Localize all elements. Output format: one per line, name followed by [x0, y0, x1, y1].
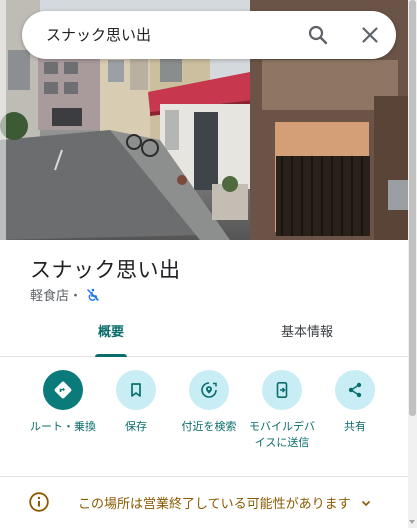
search-nearby-label: 付近を検索 — [181, 420, 237, 433]
place-category[interactable]: 軽食店・ — [30, 285, 82, 304]
photo-edge-highlight — [0, 0, 6, 240]
tab-about[interactable]: 基本情報 — [276, 318, 338, 356]
place-tabs: 概要 基本情報 — [0, 318, 408, 357]
share-button[interactable]: 共有 — [318, 370, 392, 435]
scroll-down-button[interactable] — [408, 517, 417, 528]
chevron-down-icon[interactable] — [359, 495, 373, 509]
nearby-icon — [201, 382, 217, 398]
send-to-phone-label: モバイルデバイスに送信 — [249, 420, 315, 449]
directions-button[interactable]: ルート・乗換 — [26, 370, 100, 435]
place-title: スナック思い出 — [30, 258, 181, 282]
section-divider — [0, 476, 408, 477]
share-button-circle[interactable] — [335, 370, 375, 410]
search-bar[interactable]: スナック思い出 — [22, 11, 396, 59]
tab-label: 概要 — [97, 325, 124, 340]
active-tab-indicator — [95, 354, 127, 357]
directions-label: ルート・乗換 — [30, 420, 96, 433]
send-to-phone-icon — [276, 381, 288, 398]
share-icon — [348, 382, 362, 398]
search-input[interactable]: スナック思い出 — [46, 11, 151, 59]
search-nearby-button[interactable]: 付近を検索 — [172, 370, 246, 435]
wheelchair-not-accessible-icon[interactable] — [86, 288, 100, 302]
share-label: 共有 — [344, 420, 366, 433]
tab-overview[interactable]: 概要 — [95, 318, 127, 357]
place-subtitle: 軽食店・ — [30, 285, 100, 304]
closure-notice-text: この場所は営業終了している可能性があります — [78, 496, 351, 512]
search-nearby-button-circle[interactable] — [189, 370, 229, 410]
close-icon[interactable] — [358, 23, 382, 47]
info-icon — [28, 491, 50, 513]
tab-label: 基本情報 — [280, 325, 333, 340]
bookmark-icon — [131, 383, 141, 397]
save-button-circle[interactable] — [116, 370, 156, 410]
scrollbar[interactable] — [408, 0, 417, 528]
closure-notice[interactable]: この場所は営業終了している可能性があります — [28, 488, 398, 516]
send-to-phone-button[interactable]: モバイルデバイスに送信 — [245, 370, 319, 451]
search-icon[interactable] — [306, 23, 330, 47]
directions-icon — [54, 381, 72, 399]
scrollbar-thumb[interactable] — [409, 0, 416, 416]
save-button[interactable]: 保存 — [99, 370, 173, 435]
directions-button-circle[interactable] — [43, 370, 83, 410]
save-label: 保存 — [125, 420, 147, 433]
send-to-phone-button-circle[interactable] — [262, 370, 302, 410]
